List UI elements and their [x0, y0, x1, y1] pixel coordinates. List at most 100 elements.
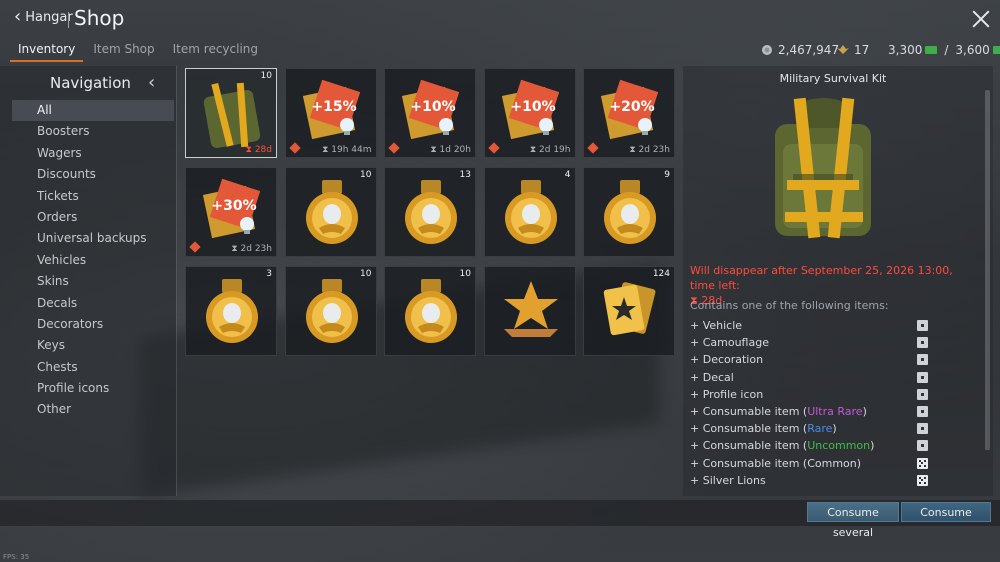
nav-item-tickets[interactable]: Tickets	[12, 186, 174, 207]
nav-item-orders[interactable]: Orders	[12, 207, 174, 228]
inventory-item[interactable]: 10	[284, 167, 377, 257]
plus-icon: +	[690, 404, 703, 418]
inventory-item[interactable]: 4	[483, 167, 576, 257]
collapse-chevron-icon[interactable]: ‹	[148, 72, 155, 93]
nav-item-universal-backups[interactable]: Universal backups	[12, 228, 174, 249]
expiry-text: Will disappear after September 25, 2026 …	[690, 264, 953, 292]
tab-item-shop[interactable]: Item Shop	[85, 40, 162, 62]
item-preview-icon[interactable]	[917, 388, 928, 400]
close-icon[interactable]	[970, 8, 992, 30]
dice-icon[interactable]	[917, 474, 928, 486]
item-timer-value: 2d 19h	[539, 145, 571, 155]
inventory-item[interactable]: +10% ⧗ 2d 19h	[483, 68, 576, 158]
svg-text:+15%: +15%	[311, 99, 356, 115]
inventory-item[interactable]: 3	[185, 266, 277, 356]
item-count: 10	[459, 269, 471, 279]
plus-icon: +	[690, 353, 703, 367]
nav-item-discounts[interactable]: Discounts	[12, 164, 174, 185]
wager-medal-icon	[396, 176, 466, 252]
inventory-item[interactable]: +30% ⧗ 2d 23h	[185, 167, 277, 257]
item-timer: ⧗ 28d	[246, 145, 272, 155]
nav-item-skins[interactable]: Skins	[12, 271, 174, 292]
nav-item-keys[interactable]: Keys	[12, 335, 174, 356]
possible-item-suffix: )	[870, 439, 875, 453]
back-to-hangar-button[interactable]: ‹ Hangar	[14, 8, 73, 26]
backpack-icon	[197, 77, 267, 153]
nav-item-chests[interactable]: Chests	[12, 357, 174, 378]
item-preview-icon[interactable]	[917, 371, 928, 383]
inventory-item[interactable]: 10	[384, 266, 476, 356]
inventory-item[interactable]: +10% ⧗ 1d 20h	[384, 68, 476, 158]
golden-eagle-icon	[925, 46, 938, 54]
nav-item-profile-icons[interactable]: Profile icons	[12, 378, 174, 399]
possible-item-label: Consumable item (	[702, 439, 808, 453]
nav-item-vehicles[interactable]: Vehicles	[12, 250, 174, 271]
booster-10-arrows-icon: +10%	[496, 77, 566, 147]
item-preview-icon[interactable]	[917, 440, 928, 452]
item-timer: ⧗ 2d 23h	[629, 145, 670, 155]
inventory-item[interactable]: 9	[583, 167, 675, 257]
possible-item: + Consumable item (Uncommon)	[690, 437, 940, 454]
item-preview-icon[interactable]	[917, 320, 928, 331]
possible-item-label: Consumable item (Common)	[702, 456, 862, 470]
plus-icon: +	[690, 473, 703, 487]
booster-10-icon: +10%	[396, 77, 466, 147]
svg-text:+30%: +30%	[211, 198, 256, 214]
top-bar: ‹ Hangar Shop	[0, 0, 1000, 40]
svg-text:+20%: +20%	[609, 99, 654, 115]
inventory-item[interactable]: 10	[284, 266, 377, 356]
possible-item-suffix: )	[862, 404, 867, 418]
item-timer-value: 1d 20h	[439, 145, 471, 155]
item-count: 13	[459, 170, 471, 180]
item-preview-icon[interactable]	[917, 337, 928, 349]
inventory-item[interactable]: +15% ⧗ 19h 44m	[284, 68, 377, 158]
item-timer: ⧗ 2d 19h	[530, 145, 571, 155]
hourglass-icon: ⧗	[430, 145, 440, 155]
plus-icon: +	[690, 387, 703, 401]
hourglass-icon: ⧗	[529, 145, 540, 155]
possible-item: + Vehicle	[690, 317, 940, 334]
nav-item-decorators[interactable]: Decorators	[12, 314, 174, 335]
detail-scrollbar[interactable]	[985, 90, 990, 450]
consume-button[interactable]: Consume	[901, 502, 991, 522]
possible-item: + Consumable item (Ultra Rare)	[690, 403, 940, 420]
tab-item-recycling[interactable]: Item recycling	[165, 40, 266, 62]
item-preview-icon[interactable]	[917, 405, 928, 417]
consume-several-button[interactable]: Consume several	[807, 502, 899, 539]
possible-item-label: Vehicle	[702, 319, 743, 332]
eagles-value: 17	[854, 43, 870, 57]
possible-item-suffix: )	[832, 422, 837, 436]
possible-item: + Camouflage	[690, 334, 940, 351]
nav-item-all[interactable]: All	[12, 100, 174, 122]
inventory-item[interactable]: 10 ⧗ 28d	[185, 68, 277, 158]
item-count: 9	[664, 170, 670, 180]
possible-item-label: Decal	[702, 370, 734, 384]
dice-icon[interactable]	[917, 457, 928, 469]
tab-bar: Inventory Item Shop Item recycling	[10, 40, 268, 62]
possible-item-label: Camouflage	[702, 336, 769, 350]
svg-text:+10%: +10%	[410, 99, 455, 115]
possible-item: + Decoration	[690, 351, 940, 368]
tab-inventory[interactable]: Inventory	[10, 40, 84, 62]
inventory-item[interactable]: 13	[384, 167, 476, 257]
item-timer-value: 19h 44m	[331, 145, 372, 155]
divider	[176, 66, 177, 496]
inventory-item[interactable]: +20% ⧗ 2d 23h	[583, 68, 675, 158]
nav-item-wagers[interactable]: Wagers	[12, 143, 174, 164]
hourglass-icon: ⧗	[231, 244, 241, 254]
item-preview-icon[interactable]	[917, 354, 928, 366]
plus-icon: +	[690, 336, 703, 350]
item-preview-icon[interactable]	[917, 423, 928, 435]
item-timer-value: 2d 23h	[240, 244, 272, 254]
wager-medal-icon	[297, 275, 367, 351]
nav-item-decals[interactable]: Decals	[12, 293, 174, 314]
inventory-item[interactable]: 124	[583, 266, 675, 356]
nav-item-boosters[interactable]: Boosters	[12, 121, 174, 142]
fps-counter: FPS: 35	[3, 553, 30, 561]
item-count: 10	[360, 269, 372, 279]
nav-item-other[interactable]: Other	[12, 399, 174, 420]
booster-30-icon: +30%	[197, 176, 267, 246]
wager-medal-icon	[595, 176, 665, 252]
inventory-item[interactable]	[483, 266, 576, 356]
page-title: Shop	[74, 6, 125, 30]
